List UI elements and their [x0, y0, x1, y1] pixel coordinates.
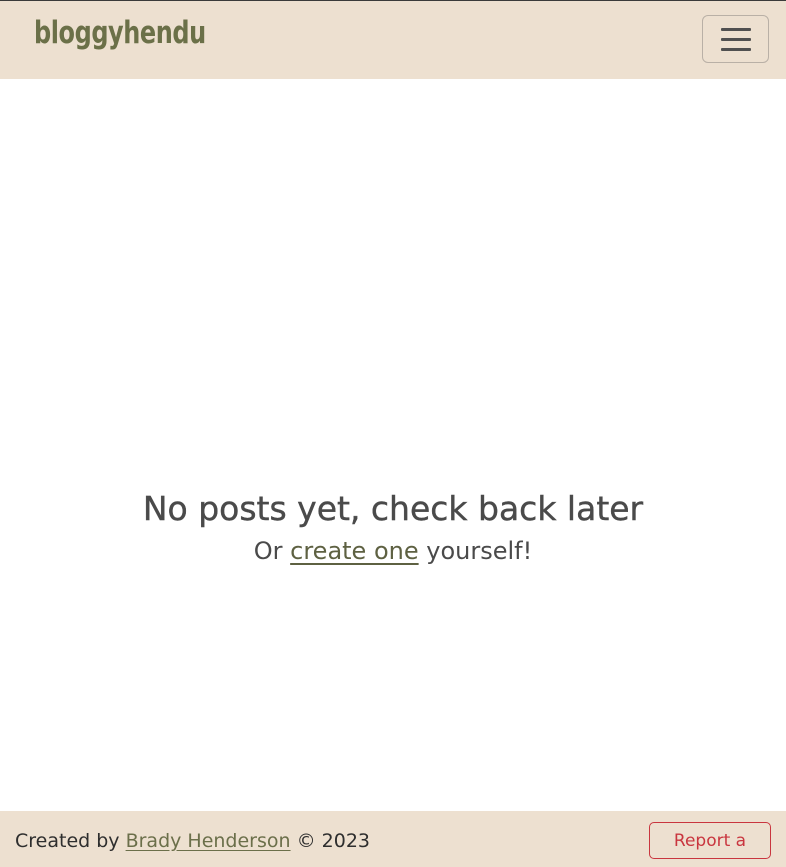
subtitle-suffix: yourself! [418, 537, 533, 565]
create-post-link[interactable]: create one [290, 537, 418, 565]
empty-state: No posts yet, check back later Or create… [0, 487, 786, 567]
report-bug-button[interactable]: Report a Bug [649, 822, 771, 867]
footer: Created by Brady Henderson © 2023 Report… [0, 811, 786, 867]
brand-logo[interactable]: bloggyhendu [34, 15, 206, 51]
footer-credits: Created by Brady Henderson © 2023 [15, 829, 370, 853]
subtitle-prefix: Or [253, 537, 291, 565]
author-link[interactable]: Brady Henderson [126, 830, 291, 852]
page: bloggyhendu No posts yet, check back lat… [0, 0, 786, 867]
hamburger-menu-icon [721, 28, 751, 51]
copyright-text: © 2023 [290, 830, 370, 852]
empty-state-title: No posts yet, check back later [142, 489, 644, 528]
created-by-label: Created by [15, 830, 126, 852]
empty-state-subtitle: Or create one yourself! [0, 535, 786, 567]
navbar: bloggyhendu [0, 1, 786, 79]
navbar-toggle-button[interactable] [702, 15, 769, 63]
